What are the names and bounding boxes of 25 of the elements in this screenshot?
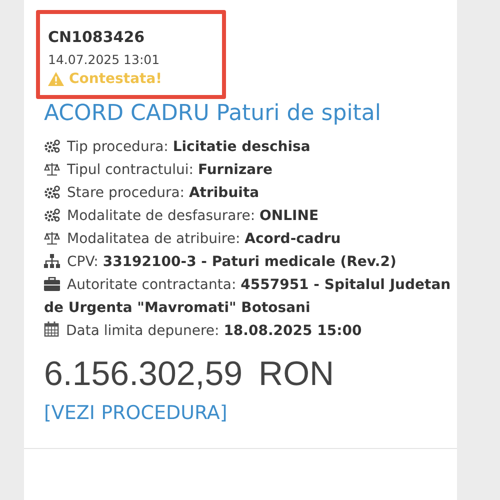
detail-text: Modalitate de desfasurare: ONLINE <box>67 208 319 224</box>
gears-icon <box>44 139 60 153</box>
procedure-code: CN1083426 <box>48 28 146 46</box>
gears-icon <box>44 208 60 222</box>
calendar-icon <box>44 321 59 337</box>
briefcase-icon <box>44 277 60 291</box>
amount-value: 6.156.302,59 <box>44 355 243 393</box>
sitemap-icon <box>44 254 60 268</box>
gears-icon <box>44 185 60 199</box>
detail-text-continuation: de Urgenta "Mavromati" Botosani <box>44 299 310 318</box>
scale-icon <box>44 231 60 245</box>
detail-text: Tipul contractului: Furnizare <box>67 162 272 178</box>
view-procedure-link[interactable]: [VEZI PROCEDURA] <box>44 402 228 424</box>
tender-title[interactable]: ACORD CADRU Paturi de spital <box>44 101 457 126</box>
scale-icon <box>44 162 60 176</box>
procedure-date: 14.07.2025 13:01 <box>48 52 161 67</box>
warning-icon <box>48 72 64 86</box>
status-text: Contestata! <box>69 71 162 87</box>
detail-text: Data limita depunere: 18.08.2025 15:00 <box>66 323 362 339</box>
currency: RON <box>258 355 334 393</box>
detail-text: Stare procedura: Atribuita <box>67 185 260 201</box>
detail-text: CPV: 33192100-3 - Paturi medicale (Rev.2) <box>67 254 396 270</box>
detail-text: Tip procedura: Licitatie deschisa <box>67 139 310 155</box>
detail-text: Autoritate contractanta: 4557951 - Spitalul Judetan <box>67 277 451 293</box>
detail-text: Modalitatea de atribuire: Acord-cadru <box>67 231 341 247</box>
